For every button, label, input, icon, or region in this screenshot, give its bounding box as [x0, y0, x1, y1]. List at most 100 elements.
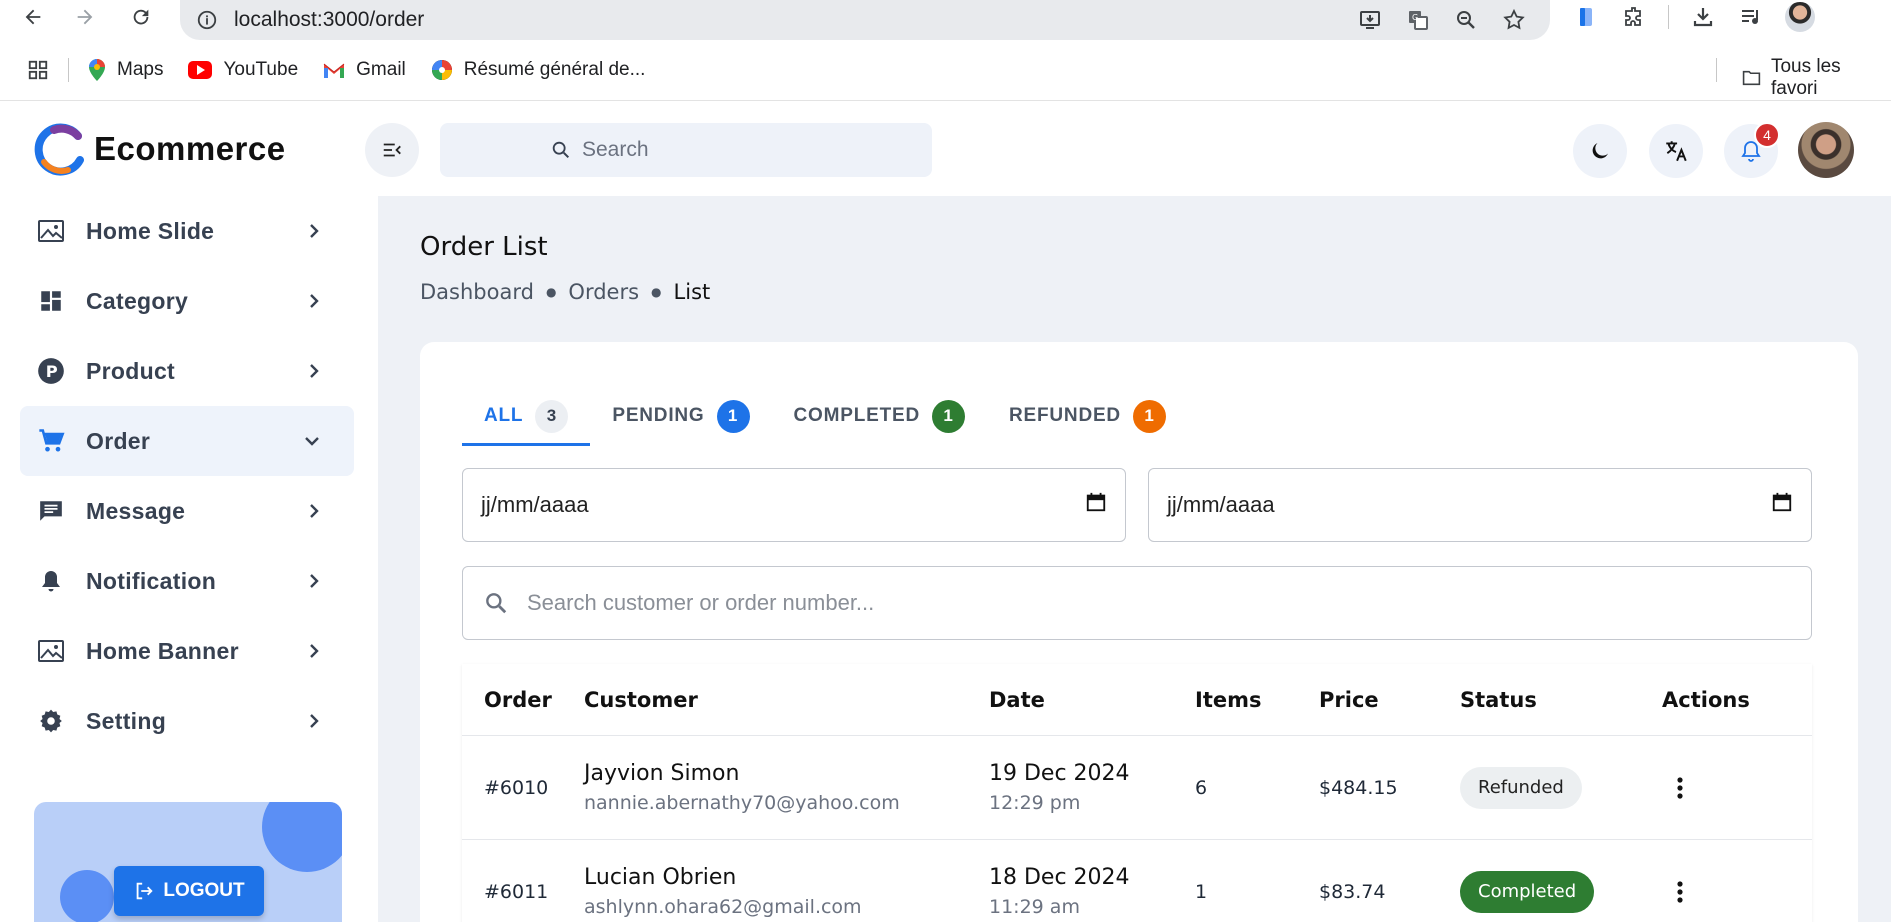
main-content: Order List Dashboard ● Orders ● List ALL…	[378, 196, 1891, 922]
bookmark-youtube[interactable]: YouTube	[187, 59, 298, 81]
install-app-icon[interactable]	[1356, 6, 1384, 34]
order-time: 11:29 am	[989, 896, 1080, 918]
app-logo[interactable]: Ecommerce	[34, 122, 286, 176]
table-row[interactable]: #6011 Lucian Obrien ashlynn.ohara62@gmai…	[462, 840, 1812, 922]
more-actions-icon[interactable]	[1662, 776, 1812, 800]
status-badge: Refunded	[1460, 766, 1582, 809]
bookmark-resume[interactable]: Résumé général de...	[430, 58, 646, 82]
customer-cell: Lucian Obrien ashlynn.ohara62@gmail.com	[584, 865, 989, 918]
breadcrumb-current: List	[673, 280, 711, 304]
extensions-icon[interactable]	[1620, 3, 1648, 31]
media-queue-icon[interactable]	[1737, 3, 1765, 31]
status-badge: Completed	[1460, 870, 1595, 913]
bookmark-gmail[interactable]: Gmail	[322, 59, 406, 81]
zoom-icon[interactable]	[1452, 6, 1480, 34]
sidebar-item-setting[interactable]: Setting	[20, 686, 354, 756]
column-header-order[interactable]: Order	[462, 688, 584, 712]
column-header-date[interactable]: Date	[989, 688, 1195, 712]
sidebar-item-message[interactable]: Message	[20, 476, 354, 546]
profile-avatar-icon[interactable]	[1785, 2, 1815, 32]
status-cell: Completed	[1460, 870, 1662, 913]
sidebar-item-product[interactable]: P Product	[20, 336, 354, 406]
all-bookmarks-folder[interactable]: Tous les favori	[1742, 56, 1867, 100]
chevron-right-icon	[304, 289, 324, 318]
customer-name: Jayvion Simon	[584, 761, 740, 786]
tab-all[interactable]: ALL 3	[462, 388, 591, 446]
user-avatar[interactable]	[1798, 122, 1854, 178]
bookmarks-bar: Maps YouTube Gmail Résumé général de... …	[0, 52, 1891, 99]
reload-icon[interactable]	[128, 4, 154, 30]
breadcrumb-dashboard[interactable]: Dashboard	[420, 280, 534, 304]
tab-label: REFUNDED	[1009, 405, 1121, 426]
decorative-bubble	[60, 870, 114, 922]
toolbar-divider	[1668, 5, 1669, 29]
notifications-button[interactable]: 4	[1724, 122, 1780, 178]
dark-mode-toggle[interactable]	[1573, 124, 1627, 178]
more-actions-icon[interactable]	[1662, 880, 1812, 904]
back-arrow-icon[interactable]	[20, 4, 46, 30]
date-cell: 18 Dec 2024 11:29 am	[989, 865, 1195, 918]
translate-page-icon[interactable]: G	[1404, 6, 1432, 34]
collapse-menu-icon	[383, 143, 401, 157]
apps-grid-icon[interactable]	[24, 56, 52, 84]
sidebar-item-label: Message	[86, 497, 186, 524]
column-header-customer[interactable]: Customer	[584, 688, 989, 712]
sidebar-item-label: Home Banner	[86, 637, 239, 664]
downloads-icon[interactable]	[1689, 3, 1717, 31]
start-date-input[interactable]: jj/mm/aaaa	[462, 468, 1126, 542]
sidebar-item-category[interactable]: Category	[20, 266, 354, 336]
column-header-status[interactable]: Status	[1460, 688, 1662, 712]
customer-cell: Jayvion Simon nannie.abernathy70@yahoo.c…	[584, 761, 989, 814]
tab-search-icon[interactable]	[1572, 3, 1600, 31]
chevron-right-icon	[304, 569, 324, 598]
moon-icon	[1592, 143, 1608, 159]
breadcrumb-orders[interactable]: Orders	[568, 280, 639, 304]
calendar-icon[interactable]	[1085, 491, 1107, 519]
order-items: 1	[1195, 880, 1208, 903]
column-header-price[interactable]: Price	[1319, 688, 1460, 712]
page-title: Order List	[420, 232, 548, 262]
bookmark-maps[interactable]: Maps	[87, 58, 163, 82]
sidebar-toggle-button[interactable]	[365, 123, 419, 177]
calendar-icon[interactable]	[1771, 491, 1793, 519]
customer-email: ashlynn.ohara62@gmail.com	[584, 896, 862, 918]
tab-label: ALL	[484, 405, 524, 426]
column-header-items[interactable]: Items	[1195, 688, 1319, 712]
bookmark-star-icon[interactable]	[1500, 6, 1528, 34]
order-search-input[interactable]: Search customer or order number...	[462, 566, 1812, 640]
bookmark-label: Résumé général de...	[463, 59, 646, 80]
breadcrumb-separator: ●	[651, 285, 662, 299]
language-button[interactable]	[1649, 124, 1703, 178]
breadcrumb-separator: ●	[545, 285, 557, 299]
forward-arrow-icon[interactable]	[72, 4, 98, 30]
bell-icon	[36, 566, 66, 596]
product-p-icon: P	[36, 356, 66, 386]
site-info-icon[interactable]	[196, 9, 218, 31]
bookmark-label: Maps	[117, 59, 164, 80]
sidebar-item-home-slide[interactable]: Home Slide	[20, 196, 354, 266]
tab-refunded[interactable]: REFUNDED 1	[987, 388, 1188, 444]
date-cell: 19 Dec 2024 12:29 pm	[989, 761, 1195, 814]
end-date-input[interactable]: jj/mm/aaaa	[1148, 468, 1812, 542]
breadcrumb: Dashboard ● Orders ● List	[420, 280, 710, 304]
tab-completed[interactable]: COMPLETED 1	[772, 388, 987, 444]
address-bar[interactable]: localhost:3000/order G	[180, 0, 1550, 40]
browser-toolbar: localhost:3000/order G	[0, 0, 1891, 40]
sidebar-item-label: Product	[86, 357, 175, 384]
sidebar-item-home-banner[interactable]: Home Banner	[20, 616, 354, 686]
order-number: #6010	[484, 776, 549, 799]
sidebar-item-notification[interactable]: Notification	[20, 546, 354, 616]
sidebar-item-label: Order	[86, 427, 151, 454]
bookmarks-right-divider	[1716, 58, 1717, 82]
sidebar-item-order[interactable]: Order	[20, 406, 354, 476]
youtube-icon	[188, 61, 213, 79]
bookmark-label: YouTube	[223, 59, 299, 80]
color-wheel-icon	[431, 60, 452, 80]
start-date-placeholder: jj/mm/aaaa	[481, 492, 589, 517]
tab-count-badge: 1	[716, 399, 750, 433]
tab-pending[interactable]: PENDING 1	[590, 388, 771, 444]
table-row[interactable]: #6010 Jayvion Simon nannie.abernathy70@y…	[462, 736, 1812, 840]
header-search[interactable]: Search	[440, 123, 932, 177]
logout-button[interactable]: LOGOUT	[114, 866, 264, 916]
order-list-card: ALL 3 PENDING 1 COMPLETED 1 REFUNDED 1 j…	[420, 342, 1858, 922]
